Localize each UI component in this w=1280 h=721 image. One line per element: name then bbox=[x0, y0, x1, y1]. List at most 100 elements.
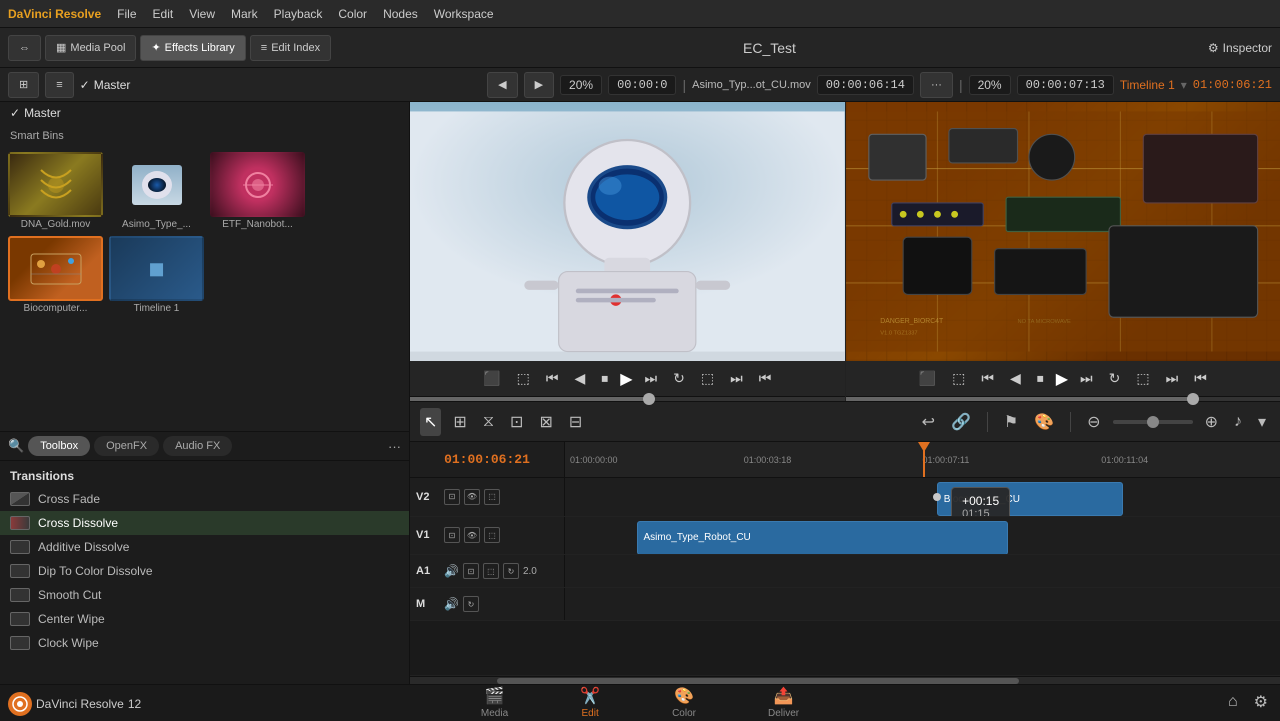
list-view-btn[interactable]: ≡ bbox=[45, 72, 73, 98]
master-audio-icon[interactable]: 🔊 bbox=[444, 597, 459, 611]
edit-index-btn[interactable]: ≡ Edit Index bbox=[250, 35, 331, 61]
track-a1-link-icon[interactable]: ⬚ bbox=[483, 563, 499, 579]
fx-smooth-cut[interactable]: Smooth Cut bbox=[0, 583, 409, 607]
link-tool[interactable]: 🔗 bbox=[947, 408, 975, 436]
tl-skip-start-btn[interactable]: ⏮ bbox=[977, 368, 998, 389]
track-a1-route-icon[interactable]: ↻ bbox=[503, 563, 519, 579]
settings-btn[interactable]: ⚙ bbox=[1250, 688, 1272, 716]
timeline-label[interactable]: Timeline 1 bbox=[1120, 78, 1175, 92]
nav-deliver[interactable]: 📤 Deliver bbox=[752, 684, 815, 721]
menu-color[interactable]: Color bbox=[338, 7, 367, 21]
tl-step-back-btn[interactable]: ◀ bbox=[1006, 368, 1025, 389]
menu-file[interactable]: File bbox=[117, 7, 136, 21]
source-progress-bar[interactable] bbox=[410, 397, 845, 401]
undo-tool[interactable]: ↩ bbox=[918, 408, 939, 436]
clip-biocomputer[interactable]: Biocomputer_CU bbox=[937, 482, 1123, 516]
track-v1-content[interactable]: Asimo_Type_Robot_CU bbox=[565, 517, 1280, 555]
menu-playback[interactable]: Playback bbox=[274, 7, 323, 21]
color-tool[interactable]: 🎨 bbox=[1030, 408, 1058, 436]
source-full-btn[interactable]: ⬚ bbox=[697, 368, 718, 389]
source-skip-fwd-btn[interactable]: ⏭ bbox=[641, 368, 662, 389]
track-master-content[interactable] bbox=[565, 588, 1280, 620]
track-a1-lock-icon[interactable]: ⊡ bbox=[463, 563, 479, 579]
tl-in-btn[interactable]: ⬚ bbox=[948, 368, 969, 389]
tab-toolbox[interactable]: Toolbox bbox=[28, 436, 90, 456]
zoom-in-tool[interactable]: ⊕ bbox=[1201, 408, 1222, 436]
toolbox-more-btn[interactable]: ··· bbox=[388, 439, 401, 454]
source-loop-btn[interactable]: ↻ bbox=[669, 368, 689, 389]
nav-color[interactable]: 🎨 Color bbox=[656, 684, 712, 721]
track-v1-lock-icon[interactable]: ⊡ bbox=[444, 527, 460, 543]
timeline-scrollbar[interactable] bbox=[410, 676, 1280, 684]
fx-additive-dissolve[interactable]: Additive Dissolve bbox=[0, 535, 409, 559]
source-in-btn[interactable]: ⬚ bbox=[513, 368, 534, 389]
tl-loop-btn[interactable]: ↻ bbox=[1105, 368, 1125, 389]
fx-cross-dissolve[interactable]: Cross Dissolve bbox=[0, 511, 409, 535]
nav-media[interactable]: 🎬 Media bbox=[465, 684, 524, 721]
tl-menu-btn[interactable]: ⏮ bbox=[1190, 368, 1211, 389]
zoom-out-tool[interactable]: ⊖ bbox=[1083, 408, 1104, 436]
fx-center-wipe[interactable]: Center Wipe bbox=[0, 607, 409, 631]
tab-openfx[interactable]: OpenFX bbox=[94, 436, 159, 456]
nav-edit[interactable]: ✂️ Edit bbox=[564, 684, 616, 721]
tl-stop-btn[interactable]: ⏹ bbox=[1033, 368, 1048, 389]
expand-btn[interactable]: ⇔ bbox=[8, 35, 41, 61]
trim-tool[interactable]: ⊞ bbox=[449, 408, 470, 436]
scrollbar-thumb[interactable] bbox=[497, 678, 1019, 684]
effects-library-btn[interactable]: ✦ Effects Library bbox=[140, 35, 245, 61]
search-btn[interactable]: 🔍 bbox=[8, 438, 24, 454]
pointer-tool[interactable]: ↖ bbox=[420, 408, 441, 436]
audio-tool[interactable]: ♪ bbox=[1230, 409, 1246, 435]
menu-mark[interactable]: Mark bbox=[231, 7, 258, 21]
grid-view-btn[interactable]: ⊞ bbox=[8, 72, 39, 98]
source-step-back-btn[interactable]: ◀ bbox=[570, 368, 589, 389]
track-v1-link-icon[interactable]: ⬚ bbox=[484, 527, 500, 543]
track-v2-content[interactable]: Biocomputer_CU +00:15 01:15 bbox=[565, 478, 1280, 516]
crop-tool[interactable]: ⊡ bbox=[506, 408, 527, 436]
track-a1-content[interactable] bbox=[565, 555, 1280, 587]
list-item[interactable]: Asimo_Type_... bbox=[109, 152, 204, 230]
clip-asimo[interactable]: Asimo_Type_Robot_CU bbox=[637, 521, 1009, 555]
source-stop-btn[interactable]: ⏹ bbox=[597, 368, 612, 389]
source-skip-end-btn[interactable]: ⏭ bbox=[726, 368, 747, 389]
dynamics-tool[interactable]: ⊠ bbox=[535, 408, 556, 436]
track-v2-link-icon[interactable]: ⬚ bbox=[484, 489, 500, 505]
tl-monitor-btn[interactable]: ⬛ bbox=[915, 368, 940, 389]
flag-tool[interactable]: ⚑ bbox=[1000, 408, 1022, 436]
ripple-tool[interactable]: ⊟ bbox=[565, 408, 586, 436]
track-v2-eye-icon[interactable]: 👁 bbox=[464, 489, 480, 505]
trim-handle[interactable] bbox=[933, 493, 941, 501]
track-master-route-icon[interactable]: ↻ bbox=[463, 596, 479, 612]
nav-back-btn[interactable]: ◀ bbox=[487, 72, 517, 98]
track-v2-lock-icon[interactable]: ⊡ bbox=[444, 489, 460, 505]
fx-clock-wipe[interactable]: Clock Wipe bbox=[0, 631, 409, 655]
menu-nodes[interactable]: Nodes bbox=[383, 7, 418, 21]
tl-play-btn[interactable]: ▶ bbox=[1056, 369, 1068, 389]
more-options-btn[interactable]: ··· bbox=[920, 72, 953, 98]
menu-view[interactable]: View bbox=[189, 7, 215, 21]
audio-down-btn[interactable]: ▾ bbox=[1254, 408, 1270, 436]
blade-tool[interactable]: ⧖ bbox=[479, 409, 498, 435]
timeline-progress-bar[interactable] bbox=[846, 397, 1280, 401]
nav-fwd-btn[interactable]: ▶ bbox=[524, 72, 554, 98]
home-btn[interactable]: ⌂ bbox=[1224, 688, 1242, 716]
source-skip-start-btn[interactable]: ⏮ bbox=[542, 368, 563, 389]
list-item[interactable]: ◼ Timeline 1 bbox=[109, 236, 204, 314]
timeline-ruler[interactable]: 01:00:00:00 01:00:03:18 01:00:07:11 01:0… bbox=[565, 442, 1280, 477]
tab-audiofx[interactable]: Audio FX bbox=[163, 436, 232, 456]
fx-cross-fade[interactable]: Cross Fade bbox=[0, 487, 409, 511]
audio-icon[interactable]: 🔊 bbox=[444, 564, 459, 578]
fx-dip-color[interactable]: Dip To Color Dissolve bbox=[0, 559, 409, 583]
media-pool-btn[interactable]: ▦ Media Pool bbox=[45, 35, 136, 61]
track-v1-eye-icon[interactable]: 👁 bbox=[464, 527, 480, 543]
list-item[interactable]: DNA_Gold.mov bbox=[8, 152, 103, 230]
list-item[interactable]: ETF_Nanobot... bbox=[210, 152, 305, 230]
source-monitor-btn[interactable]: ⬛ bbox=[479, 368, 504, 389]
menu-edit[interactable]: Edit bbox=[153, 7, 174, 21]
tl-full-btn[interactable]: ⬚ bbox=[1132, 368, 1153, 389]
list-item[interactable]: Biocomputer... bbox=[8, 236, 103, 314]
menu-workspace[interactable]: Workspace bbox=[434, 7, 494, 21]
source-menu-btn[interactable]: ⏮ bbox=[755, 368, 776, 389]
tl-skip-fwd-btn[interactable]: ⏭ bbox=[1076, 368, 1097, 389]
inspector-btn[interactable]: ⚙ Inspector bbox=[1208, 41, 1272, 55]
